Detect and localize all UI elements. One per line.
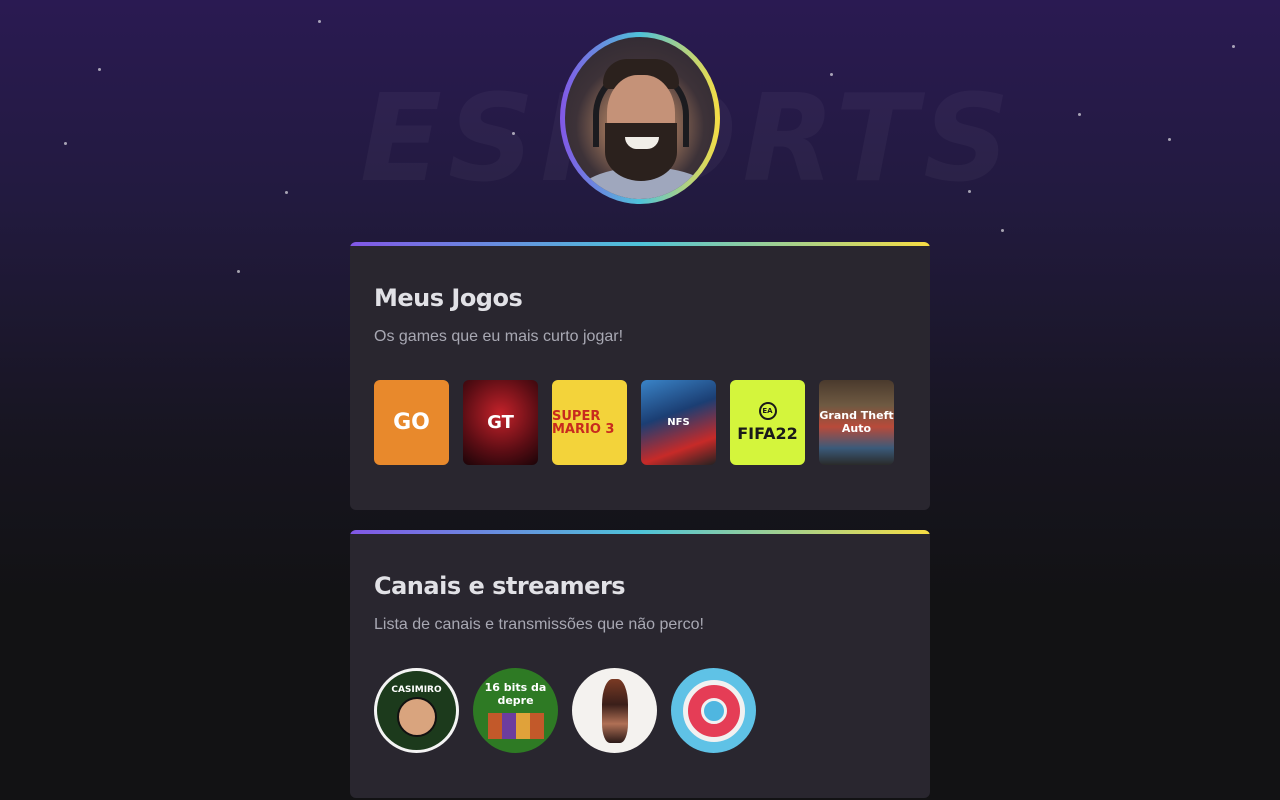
channels-subtitle: Lista de canais e transmissões que não p…: [374, 616, 704, 633]
casimiro-face-icon: [396, 696, 437, 737]
gt-logo-icon: GT: [487, 412, 514, 433]
games-card: Meus Jogos Os games que eu mais curto jo…: [350, 242, 930, 510]
game-fifa-22[interactable]: EA FIFA22: [730, 380, 805, 465]
16bits-label: 16 bits da depre: [484, 681, 547, 707]
game-gran-turismo-sport[interactable]: GT: [463, 380, 538, 465]
games-title: Meus Jogos: [374, 284, 523, 312]
casimiro-label: CASIMIRO: [391, 684, 442, 695]
profile-avatar: [560, 32, 720, 204]
mario-cover-title: SUPER MARIO 3: [552, 408, 615, 437]
game-counter-strike-go[interactable]: GO: [374, 380, 449, 465]
channel-diver-helmet[interactable]: [671, 668, 756, 753]
game-super-mario-bros-3[interactable]: SUPER MARIO 3: [552, 380, 627, 465]
pixel-sprites-icon: [487, 712, 544, 739]
diver-helmet-icon: [682, 679, 745, 742]
channels-list: CASIMIRO 16 bits da depre: [374, 668, 906, 753]
game-gta-v[interactable]: Grand Theft Auto: [819, 380, 894, 465]
fifa-cover-title: FIFA22: [737, 424, 798, 443]
nfs-cover-title: NFS: [667, 417, 690, 428]
channel-16-bits-da-depre[interactable]: 16 bits da depre: [473, 668, 558, 753]
channels-card: Canais e streamers Lista de canais e tra…: [350, 530, 930, 798]
character-art-icon: [601, 678, 628, 743]
channel-artist[interactable]: [572, 668, 657, 753]
avatar-photo: [565, 37, 715, 199]
game-need-for-speed-underground[interactable]: NFS: [641, 380, 716, 465]
games-list: GO GT SUPER MARIO 3 NFS EA FIFA22 Grand …: [374, 380, 906, 465]
games-subtitle: Os games que eu mais curto jogar!: [374, 328, 624, 345]
cs-go-logo-icon: GO: [393, 410, 430, 435]
channel-casimiro[interactable]: CASIMIRO: [374, 668, 459, 753]
channels-title: Canais e streamers: [374, 572, 626, 600]
ea-sports-icon: EA: [758, 402, 777, 420]
gta-cover-title: Grand Theft Auto: [819, 409, 894, 435]
